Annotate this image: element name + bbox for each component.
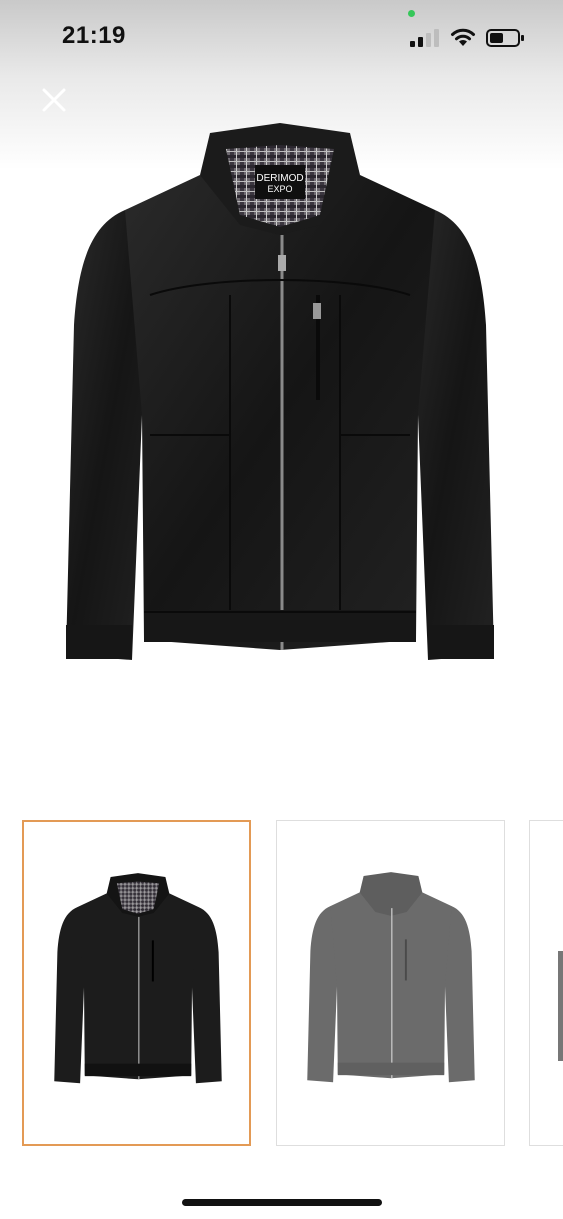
status-bar: 21:19 (0, 0, 563, 75)
close-button[interactable] (38, 84, 70, 116)
brand-label-line2: EXPO (267, 184, 292, 194)
thumbnail-black[interactable] (22, 820, 251, 1146)
privacy-indicator-dot (408, 10, 415, 17)
thumbnail-strip[interactable] (0, 818, 563, 1151)
product-image[interactable]: DERIMOD EXPO (50, 115, 510, 675)
wifi-icon (451, 28, 475, 46)
thumbnail-grey[interactable] (276, 820, 505, 1146)
status-time: 21:19 (62, 22, 126, 49)
thumbnail-partial-image (558, 951, 563, 1061)
thumbnail-partial[interactable] (529, 820, 563, 1146)
home-indicator[interactable] (182, 1199, 382, 1206)
thumbnail-grey-image (307, 872, 475, 1083)
battery-icon (486, 29, 524, 47)
brand-label-line1: DERIMOD (256, 173, 303, 184)
cellular-signal-icon (410, 29, 439, 47)
close-icon (42, 88, 66, 112)
thumbnail-black-image (54, 873, 222, 1084)
